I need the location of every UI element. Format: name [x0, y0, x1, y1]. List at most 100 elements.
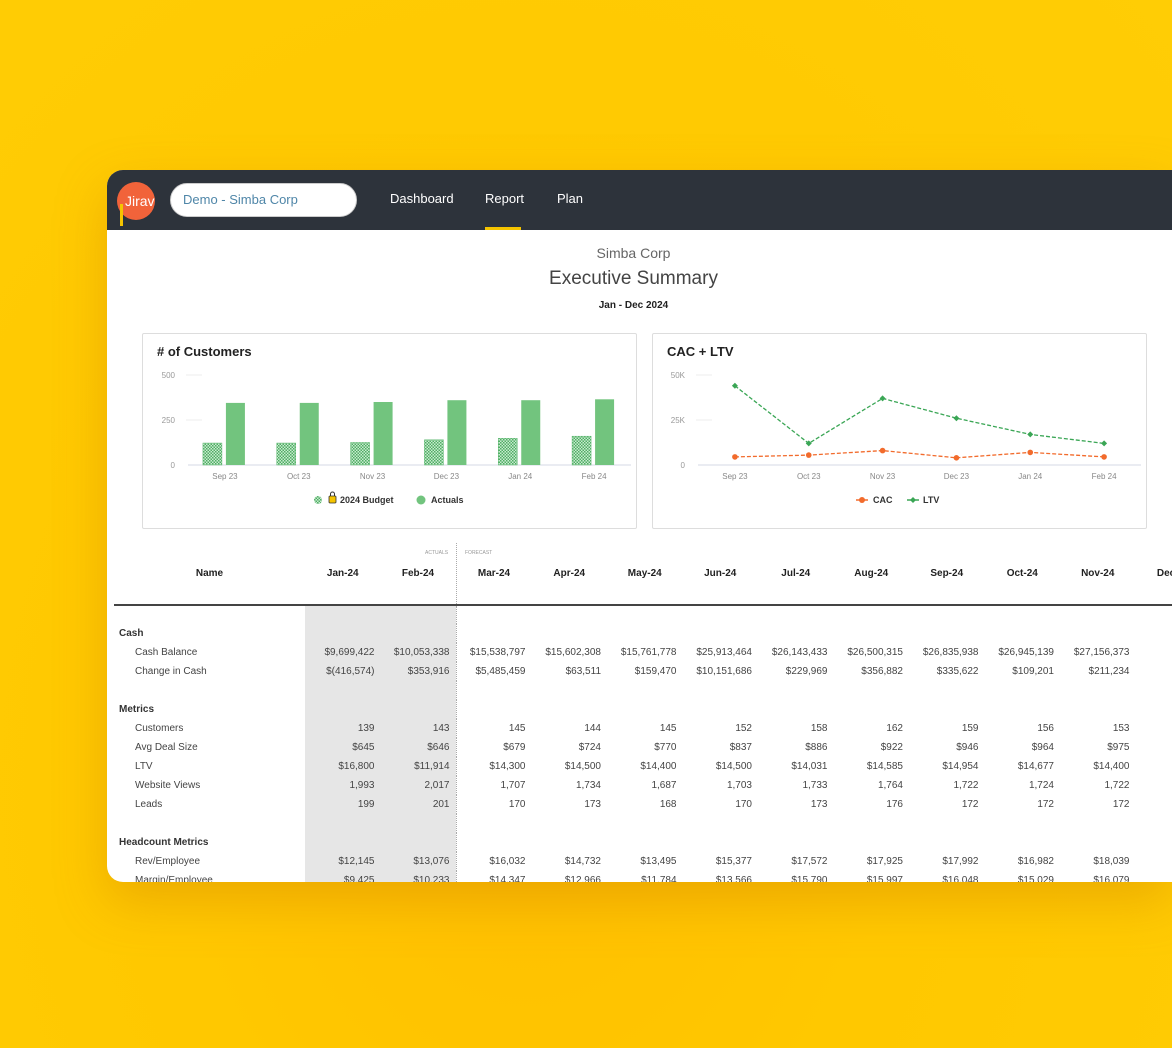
table-row[interactable]: Rev/Employee $12,145 $13,076 $16,032 $14,732…	[114, 852, 1172, 871]
table-row[interactable]: Customers 139 143 145 144 145 152 158 162 159 156 1…	[114, 719, 1172, 738]
cell-value: $14,585	[866, 761, 903, 772]
cell-value: 1,764	[877, 780, 903, 791]
cell-value: $964	[1031, 742, 1054, 753]
company-name: Simba Corp	[596, 245, 671, 261]
cell-value: $15,761,778	[620, 647, 677, 658]
x-tick-label: Jan 24	[1018, 472, 1043, 481]
actuals-bar	[595, 399, 615, 465]
col-header[interactable]: Apr-24	[531, 543, 607, 606]
cell-value: $14,400	[640, 761, 677, 772]
cell-value: 172	[961, 799, 979, 810]
background: Jirav Demo - Simba Corp Dashboard Report…	[0, 0, 1172, 1048]
cell-value: 145	[508, 723, 526, 734]
col-header[interactable]: Aug-24	[833, 543, 909, 606]
col-header[interactable]: Sep-24	[909, 543, 985, 606]
series-line-cac	[734, 449, 1105, 459]
jirav-logo[interactable]: Jirav	[117, 182, 155, 226]
section-title: Metrics	[119, 704, 155, 715]
cell-value: $13,076	[380, 852, 457, 871]
legend-label: 2024 Budget	[340, 495, 394, 505]
budget-bar	[498, 438, 518, 466]
col-header[interactable]: Feb-24	[380, 543, 457, 605]
cac-ltv-chart-card: CAC + LTV 0 25K 50K Sep 23 Oct 23 Nov 23 Dec 2…	[652, 333, 1147, 529]
col-header[interactable]: Jan-24	[305, 543, 381, 605]
table-row[interactable]: Margin/Employee $9,425 $10,233 $14,347 $12,9…	[114, 871, 1172, 882]
giraffe-icon	[120, 204, 132, 226]
cell-value: $14,677	[1017, 761, 1054, 772]
row-name: Cash Balance	[135, 647, 198, 658]
legend-budget-swatch	[314, 496, 322, 504]
col-header[interactable]: Nov-24	[1060, 543, 1136, 606]
col-header[interactable]: Jul-24	[758, 543, 834, 606]
y-tick-label: 500	[162, 371, 176, 380]
legend-ltv-swatch	[910, 497, 916, 503]
col-header-name[interactable]: Name	[114, 543, 305, 605]
x-tick-label: Feb 24	[582, 472, 607, 481]
table-row[interactable]: Cash Balance $9,699,422 $10,053,338 $15,538…	[114, 643, 1172, 662]
cell-value: 1,722	[1104, 780, 1130, 791]
section-title: Cash	[119, 628, 144, 639]
cac-point	[1101, 454, 1107, 460]
cell-value: $25,913,464	[696, 647, 752, 658]
page-title: Executive Summary	[549, 268, 718, 289]
row-name: Website Views	[135, 780, 201, 791]
cell-value: $16,079	[1093, 875, 1130, 882]
cell-value: $922	[880, 742, 903, 753]
x-tick-label: Dec 23	[944, 472, 970, 481]
cell-value: $211,234	[1088, 666, 1130, 677]
legend-cac-swatch	[859, 497, 865, 503]
x-tick-label: Sep 23	[212, 472, 238, 481]
cell-value: $10,151,686	[696, 666, 752, 677]
col-header[interactable]: Mar-24	[456, 543, 532, 606]
col-header[interactable]: Oct-24	[984, 543, 1060, 606]
table-row[interactable]: Change in Cash $(416,574) $353,916 $5,485,4…	[114, 662, 1172, 681]
top-nav: Jirav Demo - Simba Corp Dashboard Report…	[107, 170, 1172, 230]
cell-value: $26,945,139	[998, 647, 1054, 658]
cell-value: $27,156,373	[1073, 647, 1130, 658]
cell-value: 1,707	[500, 780, 526, 791]
row-name: LTV	[135, 761, 153, 772]
cell-value: $15,997	[866, 875, 903, 882]
company-selector[interactable]: Demo - Simba Corp	[170, 183, 357, 217]
table-row[interactable]: Leads 199 201 170 173 168 170 173 176 172 172 172	[114, 795, 1172, 814]
cell-value: $229,969	[785, 666, 828, 677]
y-tick-label: 25K	[671, 416, 686, 425]
cell-value: $9,425	[305, 871, 381, 882]
row-name: Leads	[135, 799, 163, 810]
nav-report[interactable]: Report	[485, 191, 524, 206]
legend-label: CAC	[873, 495, 893, 505]
col-header[interactable]: May-24	[607, 543, 683, 606]
nav-plan[interactable]: Plan	[557, 191, 583, 206]
cell-value: $946	[956, 742, 979, 753]
cell-value: $14,031	[791, 761, 828, 772]
x-tick-label: Jan 24	[508, 472, 533, 481]
cell-value: $770	[654, 742, 677, 753]
ltv-point	[1027, 431, 1034, 438]
nav-dashboard[interactable]: Dashboard	[390, 191, 454, 206]
customers-chart-card: # of Customers 0 250 500 Sep 23 Oct 23 Nov 23…	[142, 333, 637, 529]
cell-value: $15,602,308	[545, 647, 601, 658]
col-header[interactable]: Jun-24	[682, 543, 758, 606]
cell-value: $14,954	[942, 761, 979, 772]
cell-value: 172	[1037, 799, 1054, 810]
cell-value: $13,566	[715, 875, 752, 882]
table-row[interactable]: LTV $16,800 $11,914 $14,300 $14,500 $14,400 $1…	[114, 757, 1172, 776]
x-tick-label: Sep 23	[722, 472, 748, 481]
cell-value	[1136, 757, 1172, 776]
cell-value	[1136, 738, 1172, 757]
cell-value	[1136, 795, 1172, 814]
table-row[interactable]: Avg Deal Size $645 $646 $679 $724 $770 $837 $88…	[114, 738, 1172, 757]
legend-actuals-swatch	[416, 495, 426, 505]
ltv-point	[1101, 440, 1108, 447]
summary-table: Name Jan-24 Feb-24 Mar-24 Apr-24 May-24 Jun-24…	[114, 543, 1172, 882]
section-title: Headcount Metrics	[119, 837, 209, 848]
table-row[interactable]: Website Views 1,993 2,017 1,707 1,734 1,687 1,…	[114, 776, 1172, 795]
actuals-bar	[521, 400, 541, 465]
cell-value: 1,722	[953, 780, 979, 791]
cell-value: $353,916	[380, 662, 457, 681]
cell-value: 1,734	[575, 780, 601, 791]
cell-value: $26,143,433	[771, 647, 828, 658]
col-header[interactable]: Dec-24	[1135, 543, 1172, 606]
cell-value: $10,233	[380, 871, 457, 882]
cell-value: $724	[578, 742, 601, 753]
